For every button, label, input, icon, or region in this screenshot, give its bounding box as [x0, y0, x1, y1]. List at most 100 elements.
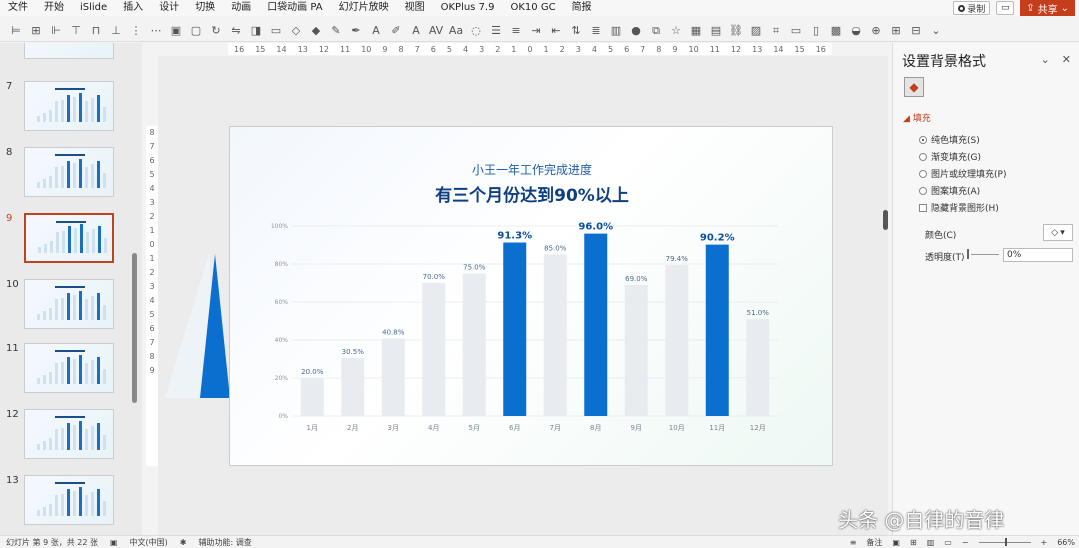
normal-view-icon[interactable]: ▣ [892, 538, 900, 547]
slideshow-icon[interactable]: ▭ [944, 538, 952, 547]
close-icon[interactable]: ✕ [1062, 53, 1071, 66]
hide-bg-graphics-checkbox[interactable]: 隐藏背景图形(H) [919, 201, 999, 214]
align-middle-icon[interactable]: ⊓ [86, 22, 106, 40]
slide-sorter-icon[interactable]: ⊞ [910, 538, 917, 547]
crop-icon[interactable]: ⌗ [766, 22, 786, 40]
slide-thumbnail[interactable] [24, 279, 114, 329]
zoom-in-icon[interactable]: + [1041, 538, 1048, 547]
menu-item[interactable]: 视图 [397, 0, 433, 16]
menu-item[interactable]: 设计 [151, 0, 187, 16]
chevron-down-icon[interactable]: ⌄ [1041, 53, 1050, 66]
accessibility-status[interactable]: 辅助功能: 调查 [193, 537, 258, 548]
format-bg-icon[interactable]: ▩ [826, 22, 846, 40]
bar[interactable] [624, 284, 648, 416]
transparency-input[interactable]: 0% [1003, 248, 1073, 262]
align-bottom-icon[interactable]: ⊥ [106, 22, 126, 40]
theme-icon[interactable]: ◒ [846, 22, 866, 40]
bar[interactable] [341, 358, 365, 416]
bullets-icon[interactable]: ☰ [486, 22, 506, 40]
notes-button[interactable]: 备注 [866, 537, 882, 548]
option-picture-fill[interactable]: 图片或纹理填充(P) [919, 167, 1006, 180]
slide-size-icon[interactable]: ▯ [806, 22, 826, 40]
bar[interactable] [746, 319, 770, 416]
rotate-icon[interactable]: ↻ [206, 22, 226, 40]
menu-item[interactable]: OK10 GC [502, 0, 563, 16]
crosshair-icon[interactable]: ⊕ [866, 22, 886, 40]
shape-outline-icon[interactable]: ▭ [266, 22, 286, 40]
distribute-v-icon[interactable]: ⋯ [146, 22, 166, 40]
link-icon[interactable]: ⛓ [726, 22, 746, 40]
canvas-scrollbar[interactable] [883, 210, 888, 230]
distribute-h-icon[interactable]: ⋮ [126, 22, 146, 40]
menu-item[interactable]: 插入 [115, 0, 151, 16]
align-top-icon[interactable]: ⊤ [66, 22, 86, 40]
outdent-icon[interactable]: ⇤ [546, 22, 566, 40]
menu-item[interactable]: 开始 [36, 0, 72, 16]
shape-fill-icon[interactable]: ◨ [246, 22, 266, 40]
picture-icon[interactable]: ▨ [746, 22, 766, 40]
fill-bucket-icon[interactable]: ◆ [904, 77, 924, 97]
slide-thumbnail[interactable] [24, 475, 114, 525]
bar[interactable] [503, 242, 527, 416]
zoom-slider[interactable] [978, 538, 1031, 546]
bar-chart[interactable]: 0% 20% 40% 60% 80% 100% 20.0% 1月 30.5% 2月 40.8% 3月 7… [230, 127, 833, 466]
flip-icon[interactable]: ⇋ [226, 22, 246, 40]
chart-icon[interactable]: ▤ [706, 22, 726, 40]
align-right-icon[interactable]: ⊩ [46, 22, 66, 40]
slide-thumbnail[interactable] [24, 343, 114, 393]
align-center-icon[interactable]: ⊞ [26, 22, 46, 40]
menu-item[interactable]: 幻灯片放映 [331, 0, 397, 16]
option-solid-fill[interactable]: 纯色填充(S) [919, 133, 980, 146]
share-button[interactable]: ⇪ 共享 ⌄ [1020, 0, 1075, 16]
slide[interactable]: 小王一年工作完成进度 有三个月份达到90%以上 0% 20% 40% 60% 80% 10… [229, 126, 833, 466]
slide-thumbnail[interactable] [24, 213, 114, 263]
slide-thumbnail[interactable] [24, 43, 114, 59]
language-indicator[interactable]: 中文(中国) [124, 537, 174, 548]
bar[interactable] [462, 273, 486, 417]
fill-section-header[interactable]: ◢ 填充 [903, 111, 931, 124]
group-icon[interactable]: ▣ [166, 22, 186, 40]
menu-item[interactable]: iSlide [72, 0, 115, 16]
bar[interactable] [422, 283, 446, 416]
text-fill-icon[interactable]: A [406, 22, 426, 40]
align-left-icon[interactable]: ⊨ [6, 22, 26, 40]
bar[interactable] [705, 244, 729, 416]
spellcheck-icon[interactable]: ▣ [104, 538, 124, 547]
menu-item[interactable]: 文件 [0, 0, 36, 16]
slide-thumbnail[interactable] [24, 409, 114, 459]
text-direction-icon[interactable]: ⇅ [566, 22, 586, 40]
comment-icon[interactable]: ▭ [996, 1, 1015, 15]
table-icon[interactable]: ▦ [686, 22, 706, 40]
bar[interactable] [300, 378, 324, 416]
more-options-icon[interactable]: ⌄ [926, 22, 946, 40]
menu-item[interactable]: 动画 [223, 0, 259, 16]
option-gradient-fill[interactable]: 渐变填充(G) [919, 150, 981, 163]
zoom-out-icon[interactable]: − [962, 538, 969, 547]
pen-icon[interactable]: ✎ [326, 22, 346, 40]
triangle-decoration[interactable] [160, 250, 230, 400]
font-size-icon[interactable]: Aa [446, 22, 466, 40]
shape-effects-icon[interactable]: ◇ [286, 22, 306, 40]
char-spacing-icon[interactable]: AV [426, 22, 446, 40]
indent-icon[interactable]: ⇥ [526, 22, 546, 40]
bucket-icon[interactable]: ◆ [306, 22, 326, 40]
text-effect-icon[interactable]: ◌ [466, 22, 486, 40]
align-text-icon[interactable]: ≣ [586, 22, 606, 40]
menu-item[interactable]: 切换 [187, 0, 223, 16]
menu-item[interactable]: 口袋动画 PA [259, 0, 330, 16]
transparency-slider[interactable] [971, 254, 999, 255]
numbering-icon[interactable]: ≡ [506, 22, 526, 40]
bar[interactable] [543, 254, 567, 417]
menu-item[interactable]: 简报 [564, 0, 600, 16]
highlight-icon[interactable]: ✐ [386, 22, 406, 40]
zoom-level[interactable]: 66% [1057, 538, 1075, 547]
ungroup-icon[interactable]: ▢ [186, 22, 206, 40]
star-icon[interactable]: ☆ [666, 22, 686, 40]
font-color-icon[interactable]: A [366, 22, 386, 40]
color-picker-button[interactable]: ◇ ▾ [1043, 224, 1073, 241]
bar[interactable] [665, 265, 689, 416]
grid-icon[interactable]: ⊞ [886, 22, 906, 40]
transparency-slider-handle[interactable] [967, 249, 969, 259]
bar[interactable] [381, 338, 405, 416]
columns-icon[interactable]: ▥ [606, 22, 626, 40]
